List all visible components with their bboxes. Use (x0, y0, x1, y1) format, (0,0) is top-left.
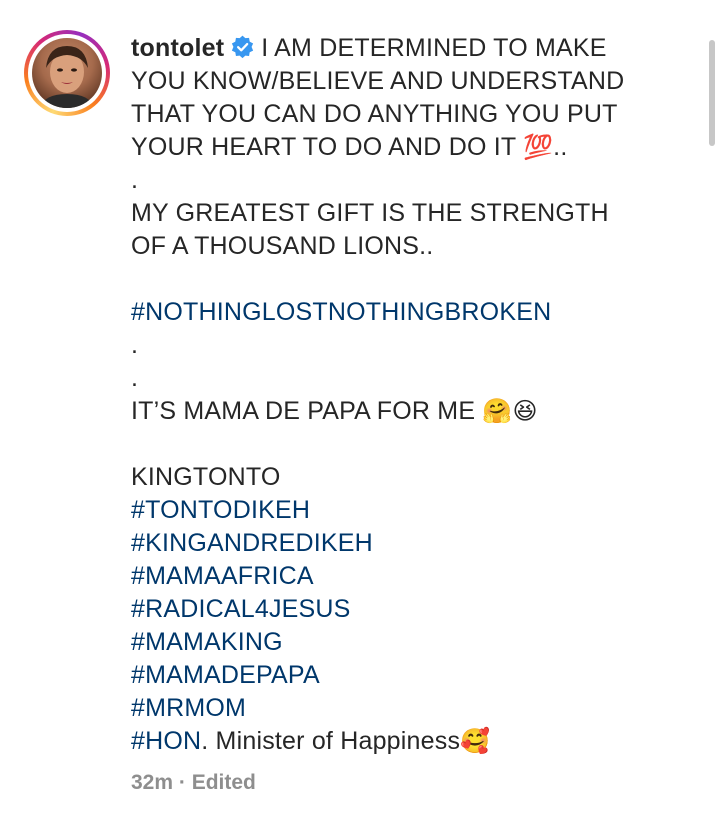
caption-line: THAT YOU CAN DO ANYTHING YOU PUT (131, 100, 618, 128)
hashtag-link[interactable]: #RADICAL4JESUS (131, 593, 691, 626)
caption-line: KINGTONTO (131, 463, 281, 491)
caption-line: tontolet I AM DETERMINED TO MAKE (131, 32, 691, 65)
caption-line: MY GREATEST GIFT IS THE STRENGTH (131, 199, 609, 227)
hugging-laughing-emoji: 🤗😆 (482, 397, 538, 425)
story-ring[interactable] (24, 30, 110, 116)
caption-text: .. (553, 133, 568, 161)
post-caption: tontolet I AM DETERMINED TO MAKE YOU KNOW… (131, 32, 691, 758)
meta-separator: · (178, 771, 186, 794)
post-meta: 32m · Edited (131, 771, 256, 795)
caption-line: #HON. Minister of Happiness🥰 (131, 725, 691, 758)
caption-line: IT’S MAMA DE PAPA FOR ME 🤗😆 (131, 395, 691, 428)
hundred-points-emoji: 💯 (523, 133, 554, 161)
username-link[interactable]: tontolet (131, 34, 224, 62)
caption-line: YOU KNOW/BELIEVE AND UNDERSTAND (131, 67, 625, 95)
scrollbar-thumb[interactable] (709, 40, 715, 146)
caption-text: YOUR HEART TO DO AND DO IT (131, 133, 516, 161)
caption-text: IT’S MAMA DE PAPA FOR ME (131, 397, 476, 425)
edited-label: Edited (191, 771, 256, 794)
hashtag-link[interactable]: #MAMAAFRICA (131, 560, 691, 593)
caption-text: I AM DETERMINED TO MAKE (261, 34, 607, 62)
avatar[interactable] (32, 38, 102, 108)
verified-badge-icon (232, 35, 254, 59)
caption-line: . (131, 331, 139, 359)
caption-line: YOUR HEART TO DO AND DO IT 💯.. (131, 131, 691, 164)
hashtag-link[interactable]: #MAMAKING (131, 626, 691, 659)
avatar-portrait (40, 46, 94, 108)
hashtag-link[interactable]: #HON (131, 727, 201, 755)
post-timestamp[interactable]: 32m (131, 771, 173, 794)
instagram-post-caption: tontolet I AM DETERMINED TO MAKE YOU KNOW… (0, 0, 720, 819)
hashtag-link[interactable]: #TONTODIKEH (131, 494, 691, 527)
hashtag-link[interactable]: #KINGANDREDIKEH (131, 527, 691, 560)
caption-text: . Minister of Happiness (201, 727, 461, 755)
hashtag-link[interactable]: #MRMOM (131, 692, 691, 725)
hashtag-link[interactable]: #NOTHINGLOSTNOTHINGBROKEN (131, 296, 691, 329)
hashtag-link[interactable]: #MAMADEPAPA (131, 659, 691, 692)
smiling-hearts-emoji: 🥰 (460, 727, 491, 755)
caption-line: . (131, 364, 139, 392)
caption-line: OF A THOUSAND LIONS.. (131, 232, 434, 260)
caption-line: . (131, 166, 139, 194)
